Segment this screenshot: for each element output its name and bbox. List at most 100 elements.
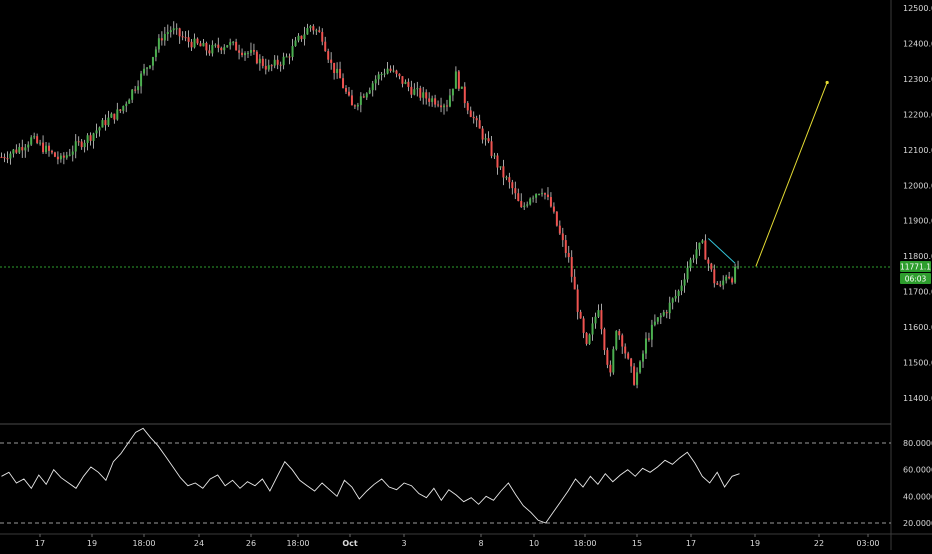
candle-body (549, 197, 552, 207)
chart-container: 12500.0 12400.0 12300.0 12200.0 12100.0 12000… (0, 0, 932, 550)
candle-body (223, 47, 226, 51)
candle-body (104, 120, 107, 126)
candle-body (701, 240, 704, 243)
candle-body (202, 42, 205, 47)
candle-body (644, 338, 647, 354)
candle-body (734, 267, 737, 283)
candle-body (89, 135, 92, 141)
candle-body (389, 68, 392, 71)
candle-body (276, 59, 279, 65)
candle-body (241, 52, 244, 56)
candle-body (374, 79, 377, 84)
projection-endpoint (825, 80, 829, 85)
price-tick-label: 12200.0 (903, 110, 932, 119)
candle-body (722, 280, 725, 286)
candle-body (193, 38, 196, 48)
candle-body (297, 35, 300, 41)
candle-body (48, 145, 51, 151)
candle-body (110, 113, 113, 118)
candle-body (9, 153, 12, 159)
candle-body (21, 147, 24, 151)
time-tick-label: 17 (35, 539, 45, 548)
candle-body (261, 58, 264, 66)
candle-body (630, 358, 633, 367)
rsi-tick-label: 20.0000 (903, 519, 932, 528)
time-tick-label: 15 (632, 539, 642, 548)
candle-body (199, 43, 202, 47)
candle-body (434, 98, 437, 105)
candle-body (659, 315, 662, 318)
candle-body (541, 193, 544, 195)
candle-body (576, 289, 579, 312)
candle-body (686, 267, 689, 280)
candle-body (383, 73, 386, 75)
candle-body (327, 51, 330, 60)
candle-body (529, 198, 532, 205)
candle-body (639, 361, 642, 373)
candle-body (502, 166, 505, 178)
candle-body (59, 155, 62, 160)
candle-body (77, 141, 80, 143)
candle-body (252, 49, 255, 52)
candle-body (493, 155, 496, 157)
candle-body (647, 338, 650, 340)
candle-body (570, 257, 573, 277)
candle-body (437, 104, 440, 106)
candle-body (148, 65, 151, 68)
candle-body (321, 31, 324, 42)
candle-body (514, 188, 517, 194)
candle-body (633, 366, 636, 385)
candle-body (30, 137, 33, 145)
candle-body (101, 120, 104, 128)
time-tick-label: 17 (686, 539, 696, 548)
candle-body (6, 158, 9, 160)
countdown-label: 06:03 (905, 275, 927, 284)
candle-body (68, 154, 71, 156)
time-tick-label: 18:00 (573, 539, 596, 548)
candle-body (585, 332, 588, 344)
candle-body (627, 353, 630, 359)
candle-body (0, 156, 3, 158)
candle-body (457, 71, 460, 89)
candle-body (398, 73, 401, 77)
candle-body (496, 155, 499, 168)
candle-body (615, 331, 618, 350)
candle-body (270, 65, 273, 67)
candle-body (478, 120, 481, 129)
candle-body (413, 89, 416, 95)
candle-body (618, 331, 621, 336)
price-tick-label: 11700.0 (903, 288, 932, 297)
candle-body (698, 242, 701, 250)
candle-body (229, 42, 232, 46)
candle-body (472, 116, 475, 119)
candle-body (683, 279, 686, 286)
candle-body (719, 284, 722, 286)
time-tick-label: 19 (87, 539, 97, 548)
candle-body (184, 37, 187, 39)
candle-body (116, 109, 119, 120)
candle-body (169, 30, 172, 33)
candle-body (246, 52, 249, 54)
time-tick-label: 26 (246, 539, 256, 548)
candle-body (443, 105, 446, 108)
candle-body (339, 68, 342, 79)
candle-body (128, 99, 131, 104)
candle-body (606, 350, 609, 365)
price-tick-label: 12500.0 (903, 4, 932, 13)
candle-body (579, 311, 582, 319)
candle-body (440, 105, 443, 108)
candle-body (689, 259, 692, 268)
candle-body (591, 323, 594, 335)
candle-body (422, 92, 425, 98)
candle-body (50, 150, 53, 153)
candle-body (288, 56, 291, 58)
candle-body (172, 28, 175, 31)
candle-body (303, 34, 306, 40)
candle-body (175, 28, 178, 30)
candle-body (56, 156, 59, 160)
candle-body (401, 76, 404, 84)
candle-body (39, 142, 42, 144)
candle-body (612, 349, 615, 373)
candle-body (731, 278, 734, 283)
candle-body (336, 68, 339, 73)
